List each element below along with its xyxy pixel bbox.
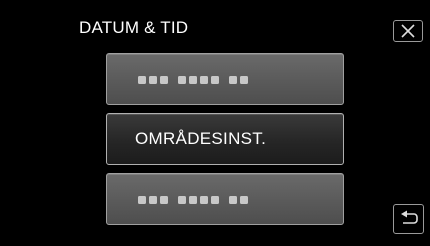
back-return-icon: [400, 210, 418, 224]
close-icon: [401, 24, 415, 38]
menu-item-third[interactable]: [106, 173, 344, 225]
dotted-text-icon: [138, 76, 248, 84]
menu-item-date-time[interactable]: [106, 53, 344, 105]
screen-title: DATUM & TID: [79, 18, 189, 37]
close-button[interactable]: [393, 20, 423, 42]
dotted-text-icon: [138, 196, 248, 204]
back-button[interactable]: [393, 204, 424, 234]
menu-item-label: OMRÅDESINST.: [135, 129, 267, 148]
menu-item-area-setting[interactable]: OMRÅDESINST.: [106, 113, 344, 165]
